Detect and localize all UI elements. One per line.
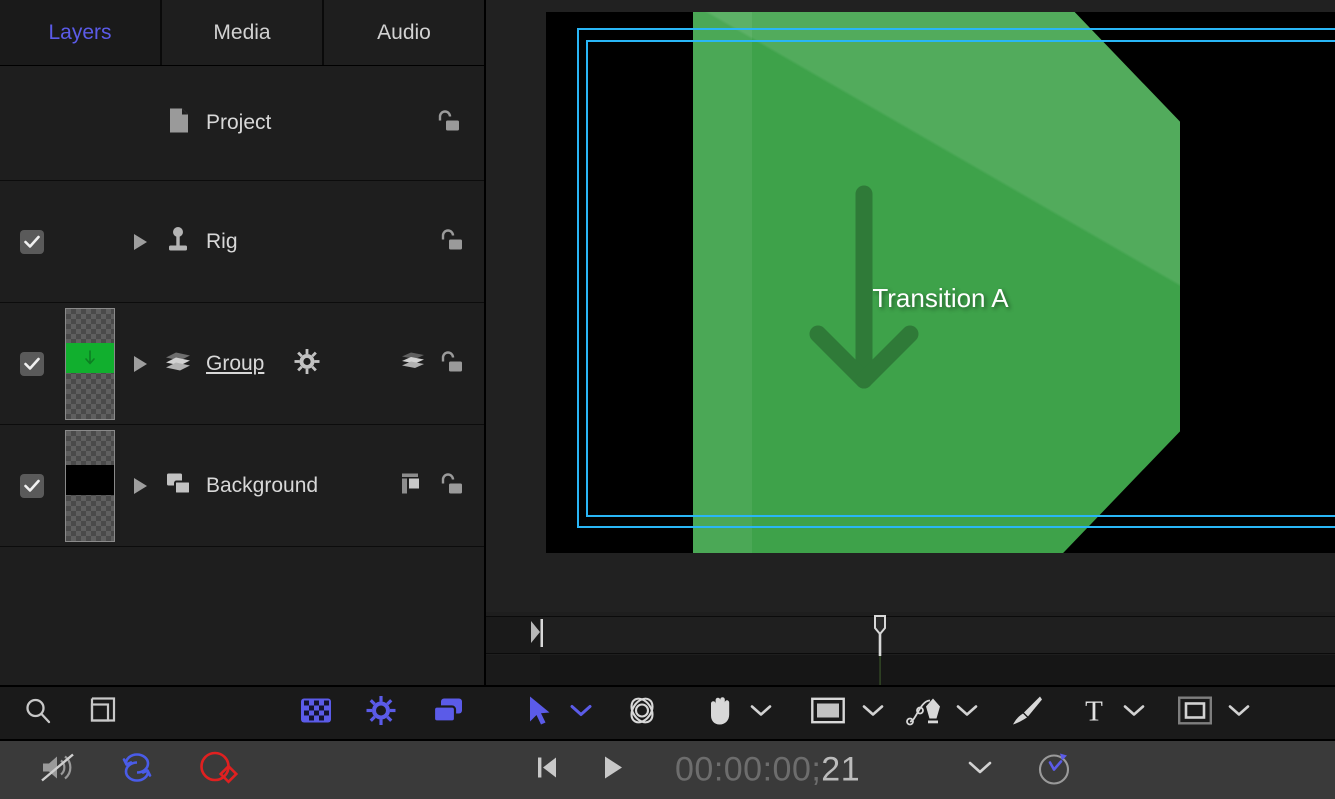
play-icon[interactable] bbox=[602, 755, 624, 786]
layer-label-background: Background bbox=[206, 473, 319, 497]
layer-list[interactable]: Project Rig Group Background bbox=[0, 66, 484, 685]
thumbnail-content-background bbox=[66, 464, 114, 496]
layer-row-right-icons-rig bbox=[438, 228, 464, 255]
chevron-down-icon[interactable] bbox=[862, 704, 884, 723]
layers-panel-toolbar bbox=[0, 685, 486, 741]
layer-row-background[interactable]: Background bbox=[0, 425, 484, 547]
visibility-checkbox-rig[interactable] bbox=[20, 229, 44, 254]
hand-tool[interactable] bbox=[705, 695, 735, 732]
paintbrush-tool[interactable] bbox=[1010, 695, 1044, 732]
shapes-icon bbox=[166, 471, 194, 500]
tool-bar: T bbox=[486, 685, 1335, 741]
text-tool[interactable]: T bbox=[1080, 696, 1108, 731]
pen-tool[interactable] bbox=[906, 695, 948, 732]
layer-label-group[interactable]: Group bbox=[206, 352, 264, 376]
document-icon bbox=[168, 108, 190, 139]
chevron-down-icon[interactable] bbox=[570, 704, 592, 723]
timeline-track[interactable] bbox=[486, 655, 1335, 685]
chevron-down-icon[interactable] bbox=[968, 760, 992, 780]
chevron-down-icon[interactable] bbox=[1228, 704, 1250, 723]
skip-to-start-icon[interactable] bbox=[535, 755, 559, 786]
timeline-track-gutter bbox=[486, 655, 540, 685]
tab-layers-label: Layers bbox=[48, 20, 112, 44]
layer-row-group[interactable]: Group bbox=[0, 303, 484, 425]
timeline-area[interactable] bbox=[486, 612, 1335, 685]
tab-media[interactable]: Media bbox=[162, 0, 324, 65]
align-layout-icon[interactable] bbox=[400, 472, 426, 499]
layer-label-rig: Rig bbox=[206, 229, 238, 253]
layer-thumbnail-group[interactable] bbox=[65, 307, 115, 420]
playhead-marker[interactable] bbox=[873, 614, 887, 685]
disclosure-triangle-background[interactable] bbox=[134, 477, 147, 494]
layer-list-empty-area[interactable] bbox=[0, 547, 484, 677]
layer-row-right-icons-group bbox=[400, 350, 464, 377]
transport-bar: 00:00:00;21 bbox=[0, 741, 1335, 799]
timecode-display[interactable]: 00:00:00;21 bbox=[675, 751, 860, 790]
visibility-checkbox-background[interactable] bbox=[20, 473, 44, 498]
canvas-frame[interactable]: Transition A bbox=[546, 12, 1335, 553]
visibility-checkbox-group[interactable] bbox=[20, 351, 44, 376]
timecode-frames: 21 bbox=[821, 750, 861, 789]
panel-tab-bar: Layers Media Audio bbox=[0, 0, 484, 66]
unlocked-padlock-icon[interactable] bbox=[438, 350, 464, 377]
timecode-hours-minutes-seconds: 00:00:00; bbox=[675, 750, 822, 789]
in-point-marker[interactable] bbox=[531, 617, 543, 647]
duplicate-layers-icon[interactable] bbox=[432, 697, 464, 730]
gear-icon[interactable] bbox=[366, 696, 396, 731]
layer-row-project[interactable]: Project bbox=[0, 66, 484, 181]
mask-tool[interactable] bbox=[1178, 696, 1213, 730]
layer-row-right-icons-background bbox=[400, 472, 464, 499]
muted-speaker-icon[interactable] bbox=[40, 752, 80, 789]
selection-arrow-tool[interactable] bbox=[528, 696, 552, 731]
layers-panel: Layers Media Audio Project Rig Group Bac… bbox=[0, 0, 486, 799]
disclosure-triangle-group[interactable] bbox=[134, 355, 147, 372]
retime-clock-icon[interactable] bbox=[1036, 750, 1074, 791]
tab-layers[interactable]: Layers bbox=[0, 0, 162, 65]
checkerboard-icon[interactable] bbox=[300, 698, 332, 729]
layer-stack-icon[interactable] bbox=[400, 351, 426, 376]
canvas-viewer[interactable]: Transition A bbox=[486, 0, 1335, 612]
disclosure-triangle-rig[interactable] bbox=[134, 233, 147, 250]
tab-audio-label: Audio bbox=[377, 20, 431, 44]
viewer-panel: Transition A bbox=[486, 0, 1335, 799]
gear-icon[interactable] bbox=[294, 348, 320, 379]
layer-thumbnail-background[interactable] bbox=[65, 429, 115, 542]
svg-text:T: T bbox=[1085, 696, 1103, 726]
transition-label: Transition A bbox=[872, 283, 1009, 313]
unlocked-padlock-icon[interactable] bbox=[435, 110, 461, 137]
rig-icon bbox=[165, 225, 191, 258]
chevron-down-icon[interactable] bbox=[956, 704, 978, 723]
search-icon[interactable] bbox=[24, 697, 52, 730]
project-label: Project bbox=[206, 111, 272, 134]
app-root: Layers Media Audio Project Rig Group Bac… bbox=[0, 0, 1335, 799]
orbit-3d-tool[interactable] bbox=[625, 695, 659, 732]
frame-icon[interactable] bbox=[90, 697, 120, 730]
loop-icon[interactable] bbox=[118, 752, 156, 789]
unlocked-padlock-icon[interactable] bbox=[438, 228, 464, 255]
thumbnail-content-group bbox=[66, 342, 114, 374]
chevron-down-icon[interactable] bbox=[750, 704, 772, 723]
layer-row-rig[interactable]: Rig bbox=[0, 181, 484, 303]
record-keyframe-icon[interactable] bbox=[198, 751, 240, 790]
unlocked-padlock-icon[interactable] bbox=[438, 472, 464, 499]
chevron-down-icon[interactable] bbox=[1123, 704, 1145, 723]
rectangle-shape-tool[interactable] bbox=[811, 697, 845, 729]
tab-media-label: Media bbox=[213, 20, 271, 44]
tab-audio[interactable]: Audio bbox=[324, 0, 484, 65]
group-layers-icon bbox=[163, 350, 193, 377]
timeline-ruler[interactable] bbox=[486, 616, 1335, 654]
